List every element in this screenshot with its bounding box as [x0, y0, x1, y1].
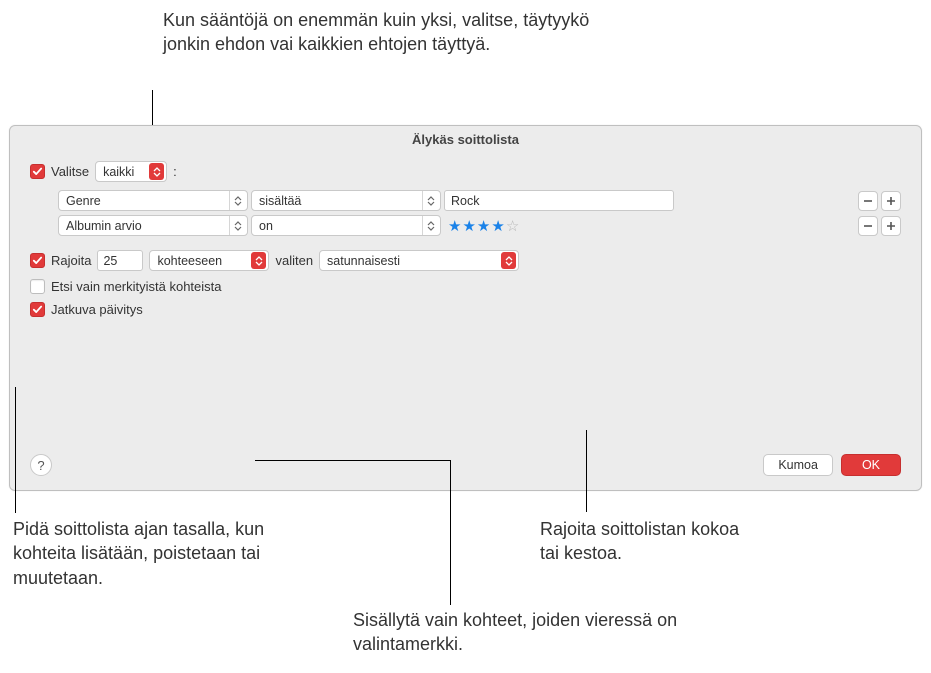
rule-op-value: sisältää: [259, 194, 301, 208]
star-icon: ★: [462, 217, 475, 235]
annotation-bottom-mid: Sisällytä vain kohteet, joiden vieressä …: [353, 608, 693, 657]
plus-icon: [885, 195, 897, 207]
live-update-checkbox[interactable]: [30, 302, 45, 317]
star-icon: ★: [491, 217, 504, 235]
match-label: Valitse: [51, 164, 89, 179]
chevron-updown-icon: [422, 191, 438, 210]
check-icon: [32, 304, 43, 315]
minus-icon: [862, 220, 874, 232]
annotation-top: Kun sääntöjä on enemmän kuin yksi, valit…: [163, 8, 593, 57]
plus-icon: [885, 220, 897, 232]
add-rule-button[interactable]: [881, 191, 901, 211]
smart-playlist-dialog: Älykäs soittolista Valitse kaikki : Ge: [9, 125, 922, 491]
dialog-body: Valitse kaikki : Genre: [10, 153, 921, 339]
rule-op-select[interactable]: on: [251, 215, 441, 236]
chevron-updown-icon: [149, 163, 164, 180]
limit-unit-select[interactable]: kohteeseen: [149, 250, 269, 271]
checked-only-label: Etsi vain merkityistä kohteista: [51, 279, 222, 294]
help-button[interactable]: ?: [30, 454, 52, 476]
check-icon: [32, 255, 43, 266]
rule-field-select[interactable]: Genre: [58, 190, 248, 211]
rules-list: Genre sisältää Rock: [58, 190, 901, 236]
limit-row: Rajoita 25 kohteeseen valiten satunnaise…: [30, 250, 901, 271]
remove-rule-button[interactable]: [858, 191, 878, 211]
checked-only-checkbox[interactable]: [30, 279, 45, 294]
callout-line: [15, 387, 16, 505]
star-icon: ★: [477, 217, 490, 235]
chevron-updown-icon: [251, 252, 266, 269]
rule-op-value: on: [259, 219, 273, 233]
match-mode-select[interactable]: kaikki: [95, 161, 167, 182]
rule-value-stars[interactable]: ★ ★ ★ ★ ☆: [448, 217, 519, 235]
annotation-bottom-right: Rajoita soittolistan kokoa tai kestoa.: [540, 517, 760, 566]
chevron-updown-icon: [422, 216, 438, 235]
match-row: Valitse kaikki :: [30, 161, 901, 182]
rule-field-value: Genre: [66, 194, 101, 208]
check-icon: [32, 166, 43, 177]
callout-line: [450, 460, 451, 605]
callout-line: [586, 430, 587, 512]
limit-by-label: valiten: [275, 253, 313, 268]
limit-by-value: satunnaisesti: [327, 254, 400, 268]
chevron-updown-icon: [229, 216, 245, 235]
match-mode-value: kaikki: [103, 165, 134, 179]
rule-row: Genre sisältää Rock: [58, 190, 901, 211]
star-icon: ☆: [506, 217, 519, 235]
callout-line: [15, 505, 16, 513]
minus-icon: [862, 195, 874, 207]
callout-line: [255, 460, 451, 461]
checked-only-row: Etsi vain merkityistä kohteista: [30, 279, 901, 294]
limit-label: Rajoita: [51, 253, 91, 268]
cancel-button[interactable]: Kumoa: [763, 454, 833, 476]
dialog-footer: ? Kumoa OK: [30, 454, 901, 476]
rule-field-select[interactable]: Albumin arvio: [58, 215, 248, 236]
rule-op-select[interactable]: sisältää: [251, 190, 441, 211]
live-update-row: Jatkuva päivitys: [30, 302, 901, 317]
remove-rule-button[interactable]: [858, 216, 878, 236]
star-icon: ★: [448, 217, 461, 235]
match-suffix: :: [173, 164, 177, 179]
limit-count-value: 25: [103, 254, 117, 268]
rule-row: Albumin arvio on ★ ★ ★: [58, 215, 901, 236]
chevron-updown-icon: [229, 191, 245, 210]
limit-unit-value: kohteeseen: [157, 254, 222, 268]
rule-value-input[interactable]: Rock: [444, 190, 674, 211]
ok-button[interactable]: OK: [841, 454, 901, 476]
live-update-label: Jatkuva päivitys: [51, 302, 143, 317]
match-checkbox[interactable]: [30, 164, 45, 179]
chevron-updown-icon: [501, 252, 516, 269]
help-icon: ?: [37, 458, 44, 473]
limit-checkbox[interactable]: [30, 253, 45, 268]
dialog-title: Älykäs soittolista: [10, 126, 921, 153]
add-rule-button[interactable]: [881, 216, 901, 236]
rule-value-text: Rock: [451, 194, 479, 208]
limit-by-select[interactable]: satunnaisesti: [319, 250, 519, 271]
annotation-bottom-left: Pidä soittolista ajan tasalla, kun kohte…: [13, 517, 323, 590]
rule-field-value: Albumin arvio: [66, 219, 142, 233]
limit-count-input[interactable]: 25: [97, 250, 143, 271]
